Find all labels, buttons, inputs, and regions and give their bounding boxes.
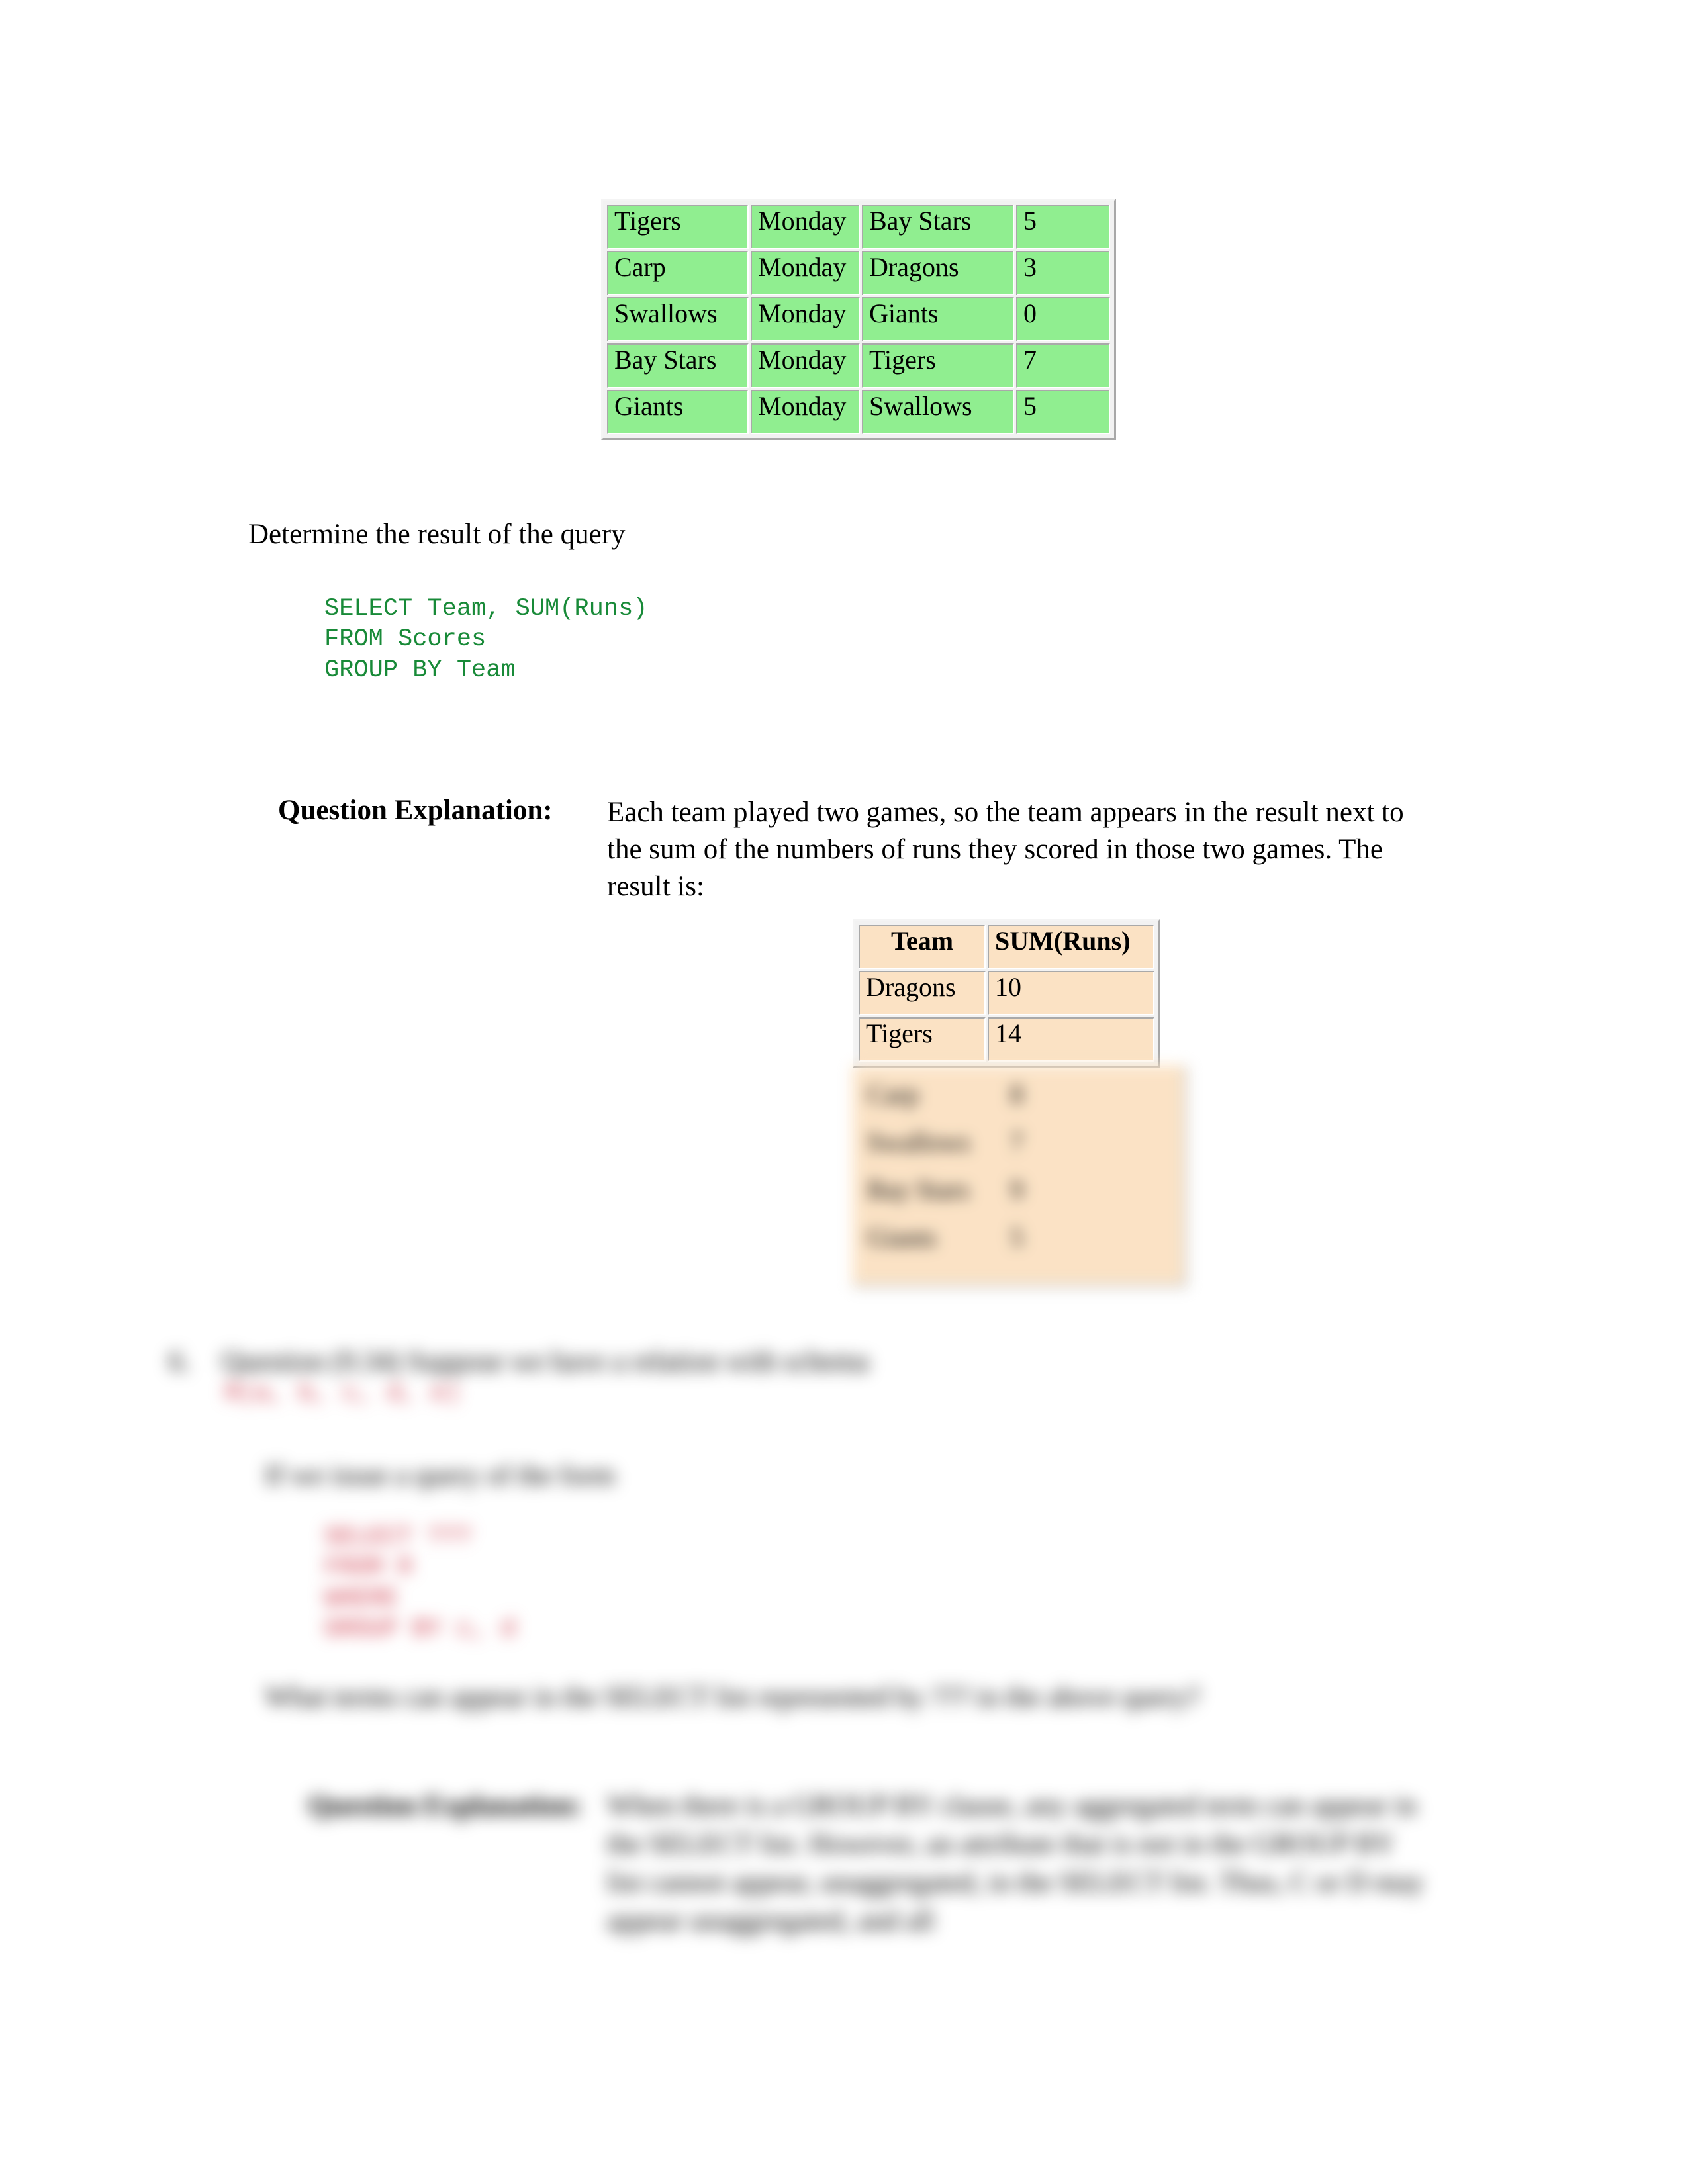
scores-cell-day: Monday [751, 343, 860, 388]
document-page: Tigers Monday Bay Stars 5 Carp Monday Dr… [0, 0, 1688, 2184]
scores-cell-runs: 0 [1016, 297, 1110, 341]
result-cell-value: 14 [988, 1017, 1154, 1062]
scores-cell-team: Carp [607, 251, 749, 295]
table-row: Swallows Monday Giants 0 [607, 297, 1110, 341]
result-cell-value: 5 [1010, 1222, 1023, 1252]
scores-cell-team: Tigers [607, 205, 749, 249]
table-row: Carp Monday Dragons 3 [607, 251, 1110, 295]
scores-cell-day: Monday [751, 390, 860, 434]
scores-cell-runs: 5 [1016, 390, 1110, 434]
sql-query-block: SELECT Team, SUM(Runs) FROM Scores GROUP… [324, 595, 648, 684]
result-table-blurred-rows: Carp 8 Swallows 7 Bay Stars 9 Giants 5 [853, 1066, 1188, 1288]
question-explanation-body: Each team played two games, so the team … [607, 797, 1404, 902]
result-cell-team: Giants [867, 1222, 937, 1252]
question-explanation-body: When there is a GROUP BY clause, any agg… [607, 1790, 1424, 1937]
scores-cell-opponent: Dragons [862, 251, 1014, 295]
scores-cell-day: Monday [751, 205, 860, 249]
result-header-sum: SUM(Runs) [988, 925, 1154, 969]
result-cell-value: 7 [1010, 1127, 1023, 1157]
scores-cell-opponent: Swallows [862, 390, 1014, 434]
scores-cell-opponent: Giants [862, 297, 1014, 341]
table-header-row: Team SUM(Runs) [859, 925, 1154, 969]
scores-table: Tigers Monday Bay Stars 5 Carp Monday Dr… [601, 199, 1116, 440]
question-6-prompt-text: What terms can appear in the SELECT list… [265, 1682, 1200, 1713]
result-cell-team: Bay Stars [867, 1175, 970, 1205]
table-row: Tigers 14 [859, 1017, 1154, 1062]
result-cell-value: 8 [1010, 1079, 1023, 1109]
result-cell-value: 10 [988, 971, 1154, 1015]
scores-cell-opponent: Bay Stars [862, 205, 1014, 249]
list-marker: 6. [169, 1346, 191, 1377]
result-cell-team: Dragons [859, 971, 986, 1015]
result-cell-team: Swallows [867, 1127, 970, 1157]
question-explanation-label: Question Explanation: [278, 795, 553, 826]
question-6-heading-text: Question (9.34) Suppose we have a relati… [222, 1346, 869, 1377]
result-header-team: Team [859, 925, 986, 969]
scores-cell-team: Bay Stars [607, 343, 749, 388]
scores-cell-opponent: Tigers [862, 343, 1014, 388]
question-explanation-label: Question Explanation: [308, 1790, 583, 1821]
scores-cell-runs: 5 [1016, 205, 1110, 249]
table-row: Giants Monday Swallows 5 [607, 390, 1110, 434]
result-cell-value: 9 [1010, 1175, 1023, 1205]
result-cell-team: Tigers [859, 1017, 986, 1062]
result-cell-team: Carp [867, 1079, 919, 1109]
question-6-sql-block: SELECT ??? FROM R WHERE GROUP BY c, d [324, 1524, 516, 1643]
table-row: Tigers Monday Bay Stars 5 [607, 205, 1110, 249]
query-form-text: If we issue a query of the form [265, 1460, 615, 1491]
table-row: Bay Stars Monday Tigers 7 [607, 343, 1110, 388]
determine-result-text: Determine the result of the query [248, 519, 626, 550]
scores-cell-team: Giants [607, 390, 749, 434]
scores-cell-day: Monday [751, 297, 860, 341]
result-table: Team SUM(Runs) Dragons 10 Tigers 14 [853, 919, 1160, 1068]
scores-cell-runs: 7 [1016, 343, 1110, 388]
relation-schema-code: R(a, b, c, d, e) [225, 1380, 461, 1408]
table-row: Dragons 10 [859, 971, 1154, 1015]
scores-cell-team: Swallows [607, 297, 749, 341]
scores-cell-runs: 3 [1016, 251, 1110, 295]
scores-cell-day: Monday [751, 251, 860, 295]
